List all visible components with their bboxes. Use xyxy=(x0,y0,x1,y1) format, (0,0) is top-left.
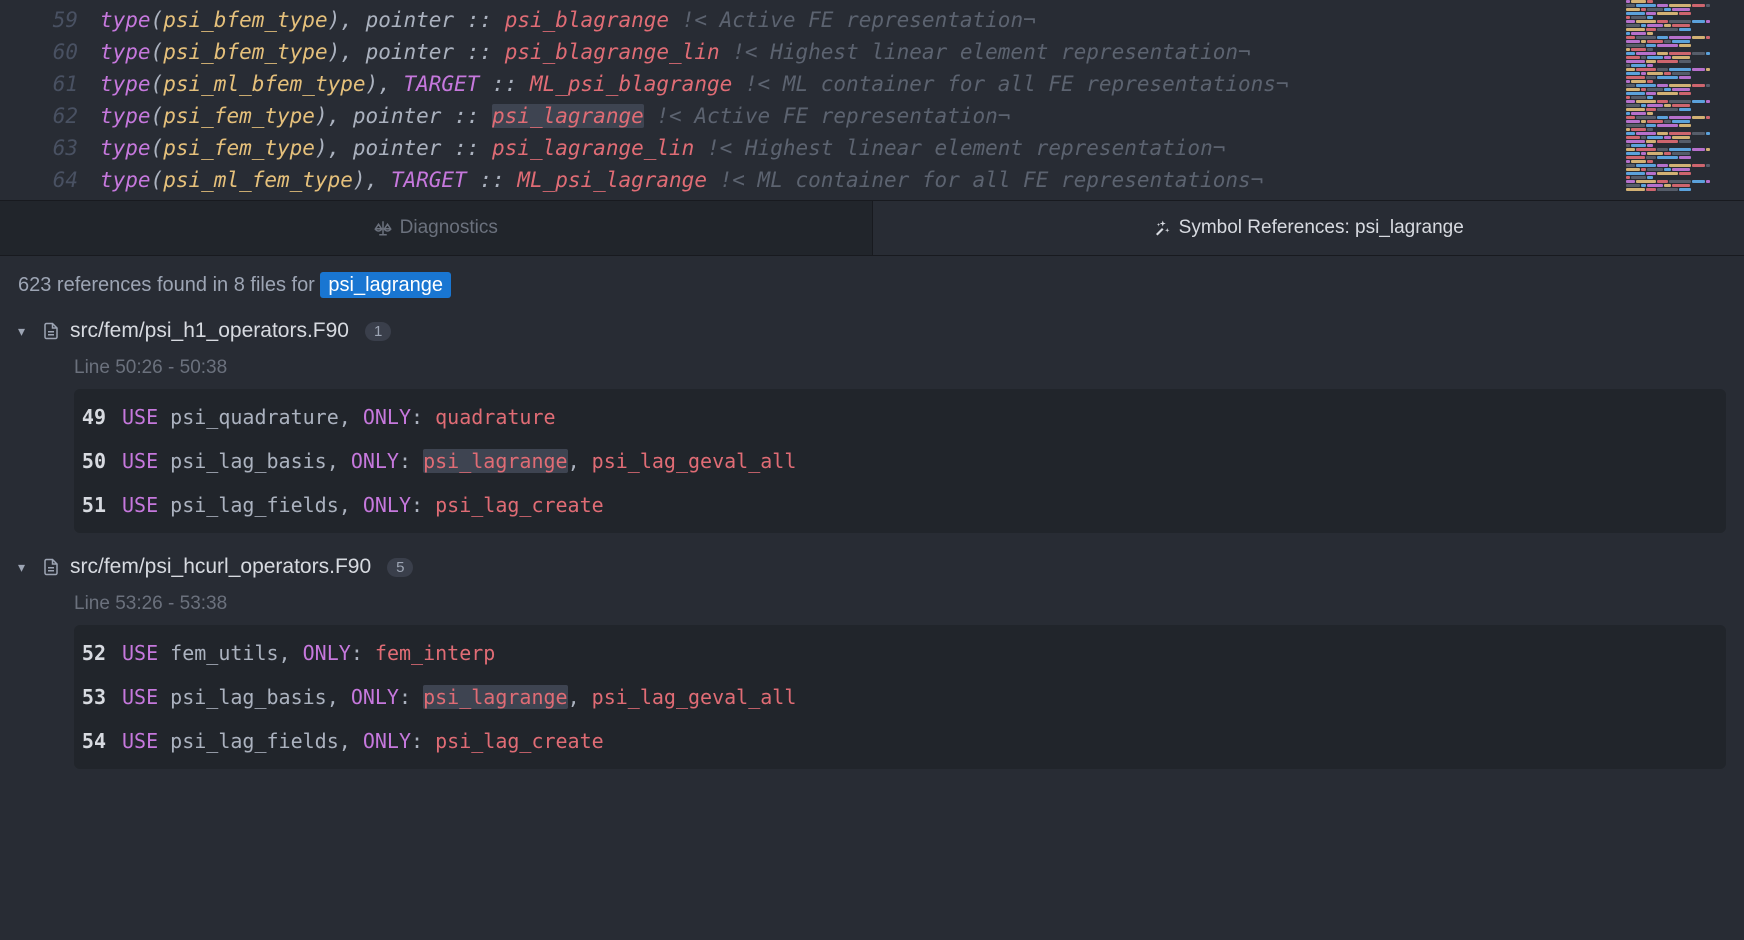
line-number: 63 xyxy=(0,132,100,164)
references-panel: 623 references found in 8 files for psi_… xyxy=(0,256,1744,809)
code-snippet[interactable]: 52USE fem_utils, ONLY: fem_interp53USE p… xyxy=(74,625,1726,769)
snippet-line-number: 51 xyxy=(74,493,122,517)
snippet-line[interactable]: 49USE psi_quadrature, ONLY: quadrature xyxy=(74,395,1726,439)
line-number: 61 xyxy=(0,68,100,100)
code-line[interactable]: 59type(psi_bfem_type), pointer :: psi_bl… xyxy=(0,4,1744,36)
tab-symbol-references[interactable]: Symbol References: psi_lagrange xyxy=(873,201,1744,255)
tab-diagnostics[interactable]: Diagnostics xyxy=(0,201,873,255)
snippet-line-number: 53 xyxy=(74,685,122,709)
snippet-line[interactable]: 50USE psi_lag_basis, ONLY: psi_lagrange,… xyxy=(74,439,1726,483)
code-line[interactable]: 64type(psi_ml_fem_type), TARGET :: ML_ps… xyxy=(0,164,1744,196)
line-number: 59 xyxy=(0,4,100,36)
line-range: Line 50:26 - 50:38 xyxy=(74,357,1726,379)
snippet-code: USE fem_utils, ONLY: fem_interp xyxy=(122,641,495,665)
snippet-code: USE psi_lag_basis, ONLY: psi_lagrange, p… xyxy=(122,685,796,709)
line-number: 62 xyxy=(0,100,100,132)
snippet-code: USE psi_quadrature, ONLY: quadrature xyxy=(122,405,556,429)
snippet-code: USE psi_lag_basis, ONLY: psi_lagrange, p… xyxy=(122,449,796,473)
file-icon xyxy=(42,558,60,576)
code-line[interactable]: 60type(psi_bfem_type), pointer :: psi_bl… xyxy=(0,36,1744,68)
code-content: type(psi_bfem_type), pointer :: psi_blag… xyxy=(100,4,1036,36)
snippet-line[interactable]: 54USE psi_lag_fields, ONLY: psi_lag_crea… xyxy=(74,719,1726,763)
editor-panel: 59type(psi_bfem_type), pointer :: psi_bl… xyxy=(0,0,1744,200)
file-group: ▾ src/fem/psi_hcurl_operators.F90 5 Line 53… xyxy=(18,555,1726,769)
file-path: src/fem/psi_hcurl_operators.F90 xyxy=(70,555,371,579)
file-header[interactable]: ▾ src/fem/psi_h1_operators.F90 1 xyxy=(18,319,1726,343)
snippet-line[interactable]: 52USE fem_utils, ONLY: fem_interp xyxy=(74,631,1726,675)
file-group: ▾ src/fem/psi_h1_operators.F90 1 Line 50:26… xyxy=(18,319,1726,533)
code-line[interactable]: 63type(psi_fem_type), pointer :: psi_lag… xyxy=(0,132,1744,164)
file-icon xyxy=(42,322,60,340)
file-path: src/fem/psi_h1_operators.F90 xyxy=(70,319,349,343)
bottom-tabs: Diagnostics Symbol References: psi_lagra… xyxy=(0,200,1744,256)
code-content: type(psi_fem_type), pointer :: psi_lagra… xyxy=(100,132,1225,164)
code-snippet[interactable]: 49USE psi_quadrature, ONLY: quadrature50… xyxy=(74,389,1726,533)
match-count-badge: 1 xyxy=(365,322,391,341)
line-range: Line 53:26 - 53:38 xyxy=(74,593,1726,615)
snippet-line[interactable]: 53USE psi_lag_basis, ONLY: psi_lagrange,… xyxy=(74,675,1726,719)
code-content: type(psi_bfem_type), pointer :: psi_blag… xyxy=(100,36,1251,68)
line-number: 60 xyxy=(0,36,100,68)
tab-diagnostics-label: Diagnostics xyxy=(400,217,498,239)
references-summary-text: 623 references found in 8 files for xyxy=(18,274,320,296)
references-summary: 623 references found in 8 files for psi_… xyxy=(18,274,1726,297)
code-line[interactable]: 62type(psi_fem_type), pointer :: psi_lag… xyxy=(0,100,1744,132)
wand-icon xyxy=(1153,219,1171,237)
tab-references-label: Symbol References: psi_lagrange xyxy=(1179,217,1464,239)
file-header[interactable]: ▾ src/fem/psi_hcurl_operators.F90 5 xyxy=(18,555,1726,579)
code-area[interactable]: 59type(psi_bfem_type), pointer :: psi_bl… xyxy=(0,0,1744,200)
code-content: type(psi_ml_bfem_type), TARGET :: ML_psi… xyxy=(100,68,1289,100)
code-content: type(psi_fem_type), pointer :: psi_lagra… xyxy=(100,100,1010,132)
minimap[interactable] xyxy=(1624,0,1744,200)
snippet-code: USE psi_lag_fields, ONLY: psi_lag_create xyxy=(122,493,604,517)
snippet-line-number: 49 xyxy=(74,405,122,429)
snippet-line[interactable]: 51USE psi_lag_fields, ONLY: psi_lag_crea… xyxy=(74,483,1726,527)
code-content: type(psi_ml_fem_type), TARGET :: ML_psi_… xyxy=(100,164,1263,196)
balance-scale-icon xyxy=(374,219,392,237)
snippet-code: USE psi_lag_fields, ONLY: psi_lag_create xyxy=(122,729,604,753)
chevron-down-icon: ▾ xyxy=(18,323,32,340)
snippet-line-number: 54 xyxy=(74,729,122,753)
match-count-badge: 5 xyxy=(387,558,413,577)
snippet-line-number: 52 xyxy=(74,641,122,665)
line-number: 64 xyxy=(0,164,100,196)
references-symbol-highlight: psi_lagrange xyxy=(320,272,451,298)
snippet-line-number: 50 xyxy=(74,449,122,473)
code-line[interactable]: 61type(psi_ml_bfem_type), TARGET :: ML_p… xyxy=(0,68,1744,100)
chevron-down-icon: ▾ xyxy=(18,559,32,576)
